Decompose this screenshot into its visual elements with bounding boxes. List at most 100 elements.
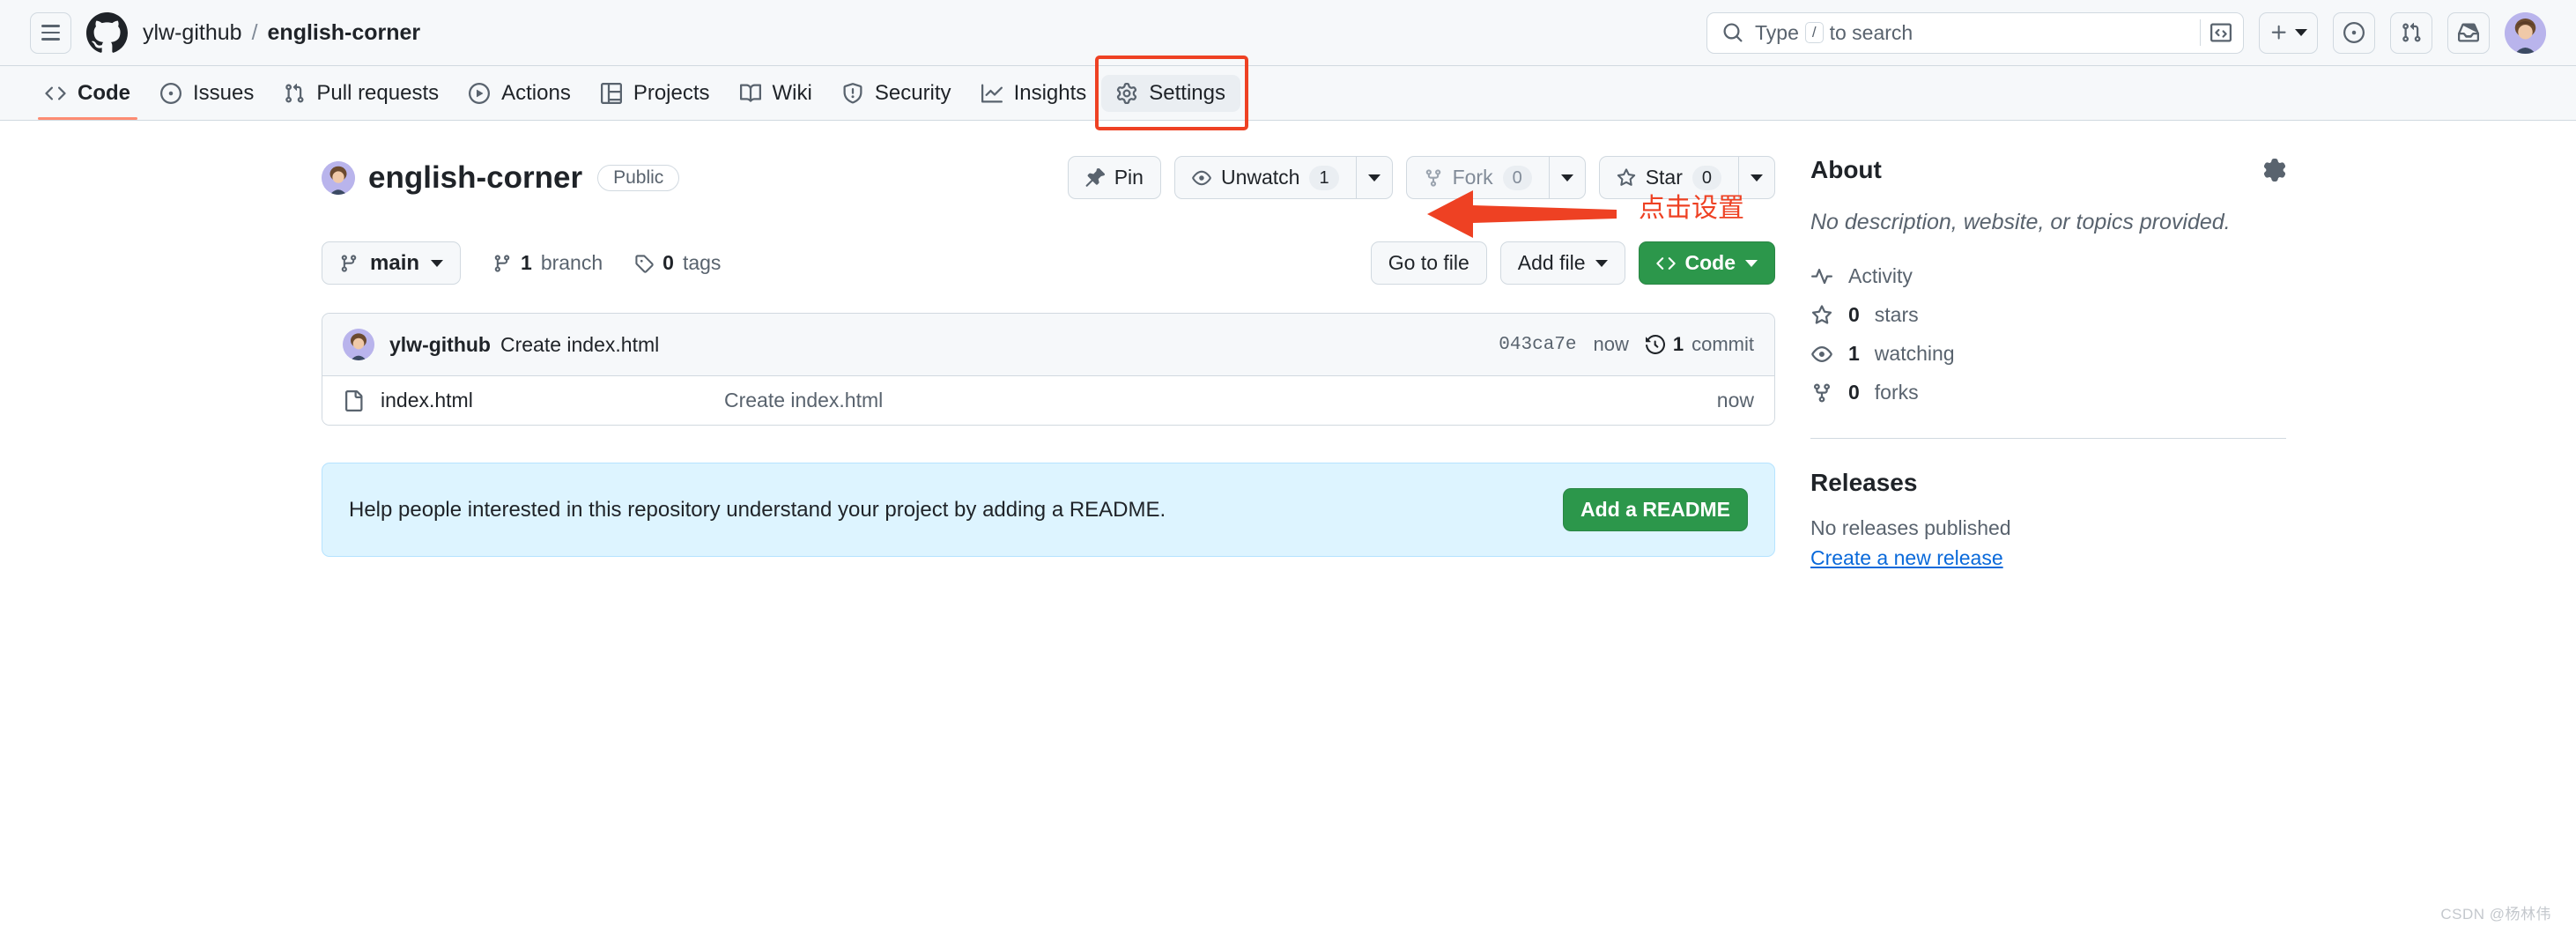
- github-logo-icon[interactable]: [86, 11, 128, 54]
- breadcrumb-owner[interactable]: ylw-github: [143, 20, 242, 46]
- search-input[interactable]: Type / to search: [1706, 11, 2244, 54]
- repo-owner-avatar[interactable]: [322, 160, 355, 195]
- hamburger-menu-icon[interactable]: [30, 11, 71, 54]
- repo-navigation: Code Issues Pull requests Actions Projec…: [0, 56, 2576, 238]
- activity-link[interactable]: Activity: [1810, 264, 2286, 288]
- visibility-badge: Public: [597, 164, 680, 191]
- commit-history-link[interactable]: 1 commit: [1645, 333, 1754, 356]
- go-to-file-button[interactable]: Go to file: [1370, 241, 1487, 285]
- branch-bar: main 1 branch 0 tags Go to file Add file…: [322, 241, 1775, 285]
- commit-sha[interactable]: 043ca7e: [1499, 335, 1576, 355]
- tab-wiki-label: Wiki: [772, 80, 812, 105]
- user-avatar[interactable]: [2505, 11, 2546, 54]
- stars-label: stars: [1874, 303, 1919, 327]
- sidebar: About No description, website, or topics…: [1810, 156, 2286, 570]
- readme-prompt-banner: Help people interested in this repositor…: [322, 463, 1775, 557]
- code-button[interactable]: Code: [1638, 241, 1775, 285]
- divider: [1810, 438, 2286, 440]
- page-title[interactable]: english-corner: [368, 160, 582, 196]
- issues-icon[interactable]: [2333, 11, 2375, 54]
- forks-link[interactable]: 0 forks: [1810, 381, 2286, 404]
- tab-settings-wrapper: Settings: [1095, 56, 1248, 130]
- add-readme-label: Add a README: [1580, 498, 1730, 521]
- breadcrumb: ylw-github / english-corner: [143, 20, 420, 46]
- about-settings-gear-icon[interactable]: [2263, 159, 2286, 182]
- forks-count: 0: [1848, 381, 1860, 404]
- tab-pull-requests[interactable]: Pull requests: [269, 66, 454, 120]
- watermark: CSDN @杨林伟: [2440, 906, 2551, 923]
- watching-link[interactable]: 1 watching: [1810, 342, 2286, 366]
- add-readme-button[interactable]: Add a README: [1563, 488, 1748, 531]
- table-row[interactable]: index.html Create index.html now: [322, 376, 1774, 425]
- branches-count-link[interactable]: 1 branch: [492, 251, 603, 275]
- breadcrumb-repo[interactable]: english-corner: [268, 20, 421, 46]
- tab-actions-label: Actions: [501, 80, 571, 105]
- unwatch-button[interactable]: Unwatch 1: [1173, 156, 1356, 199]
- releases-empty-text: No releases published: [1810, 516, 2011, 540]
- page-body: english-corner Public Pin Unwatch 1 Fork…: [0, 121, 2576, 570]
- stars-link[interactable]: 0 stars: [1810, 303, 2286, 327]
- search-placeholder: Type / to search: [1755, 21, 1913, 45]
- annotation-text: 点击设置: [1639, 194, 1744, 223]
- file-commit-message[interactable]: Create index.html: [724, 389, 1717, 412]
- tab-settings[interactable]: Settings: [1101, 74, 1240, 112]
- inbox-icon[interactable]: [2447, 11, 2490, 54]
- readme-prompt-text: Help people interested in this repositor…: [349, 497, 1166, 522]
- watch-button-group: Unwatch 1: [1173, 156, 1393, 199]
- pin-button[interactable]: Pin: [1067, 156, 1161, 199]
- fork-label: Fork: [1452, 166, 1493, 189]
- file-time: now: [1716, 389, 1754, 411]
- star-icon: [1810, 305, 1833, 326]
- branch-selector[interactable]: main: [322, 241, 462, 285]
- book-icon: [739, 83, 761, 104]
- chevron-down-icon: [1745, 259, 1758, 267]
- play-icon: [469, 82, 491, 104]
- about-description: No description, website, or topics provi…: [1810, 210, 2231, 234]
- watching-label: watching: [1874, 342, 1955, 366]
- tab-wiki[interactable]: Wiki: [725, 66, 827, 120]
- fork-count: 0: [1502, 165, 1532, 190]
- command-palette-icon[interactable]: [2200, 19, 2232, 46]
- commit-author-avatar[interactable]: [343, 329, 374, 360]
- tab-actions[interactable]: Actions: [454, 66, 586, 120]
- commit-author[interactable]: ylw-github: [389, 333, 491, 357]
- branches-label: branch: [540, 251, 603, 274]
- commit-message[interactable]: Create index.html: [500, 333, 659, 357]
- chevron-down-icon: [431, 259, 444, 267]
- header-actions: Type / to search: [1706, 11, 2546, 54]
- graph-icon: [981, 83, 1003, 104]
- watch-dropdown-button[interactable]: [1355, 156, 1393, 199]
- tab-projects-label: Projects: [633, 80, 710, 105]
- commits-count: 1: [1672, 333, 1684, 355]
- create-new-button[interactable]: [2259, 11, 2318, 54]
- search-prefix: Type: [1755, 20, 1799, 44]
- search-icon: [1722, 22, 1743, 43]
- create-release-link[interactable]: Create a new release: [1810, 546, 2286, 570]
- tab-projects[interactable]: Projects: [586, 66, 725, 120]
- pull-requests-icon[interactable]: [2390, 11, 2432, 54]
- tab-insights[interactable]: Insights: [966, 66, 1102, 120]
- commit-meta: 043ca7e now 1 commit: [1499, 333, 1754, 356]
- chevron-down-icon: [1751, 174, 1763, 182]
- file-name[interactable]: index.html: [381, 389, 724, 412]
- search-suffix: to search: [1829, 20, 1913, 44]
- add-file-button[interactable]: Add file: [1499, 241, 1625, 285]
- chevron-down-icon: [1560, 174, 1573, 182]
- tab-insights-label: Insights: [1013, 80, 1087, 105]
- tab-code[interactable]: Code: [30, 66, 145, 120]
- tags-count-link[interactable]: 0 tags: [634, 251, 721, 275]
- annotation-arrow-icon: [1427, 188, 1617, 241]
- branch-name: main: [370, 250, 420, 275]
- eye-icon: [1810, 344, 1833, 365]
- about-header: About: [1810, 156, 2286, 184]
- chevron-down-icon: [2295, 29, 2307, 36]
- file-action-buttons: Go to file Add file Code: [1370, 241, 1775, 285]
- add-file-label: Add file: [1517, 251, 1586, 274]
- tab-security[interactable]: Security: [827, 66, 966, 120]
- tab-issues[interactable]: Issues: [145, 66, 269, 120]
- git-pull-request-icon: [284, 83, 305, 104]
- commit-time: now: [1593, 333, 1629, 355]
- chevron-down-icon: [1595, 259, 1608, 267]
- code-icon: [45, 83, 66, 104]
- commits-label: commit: [1691, 333, 1754, 355]
